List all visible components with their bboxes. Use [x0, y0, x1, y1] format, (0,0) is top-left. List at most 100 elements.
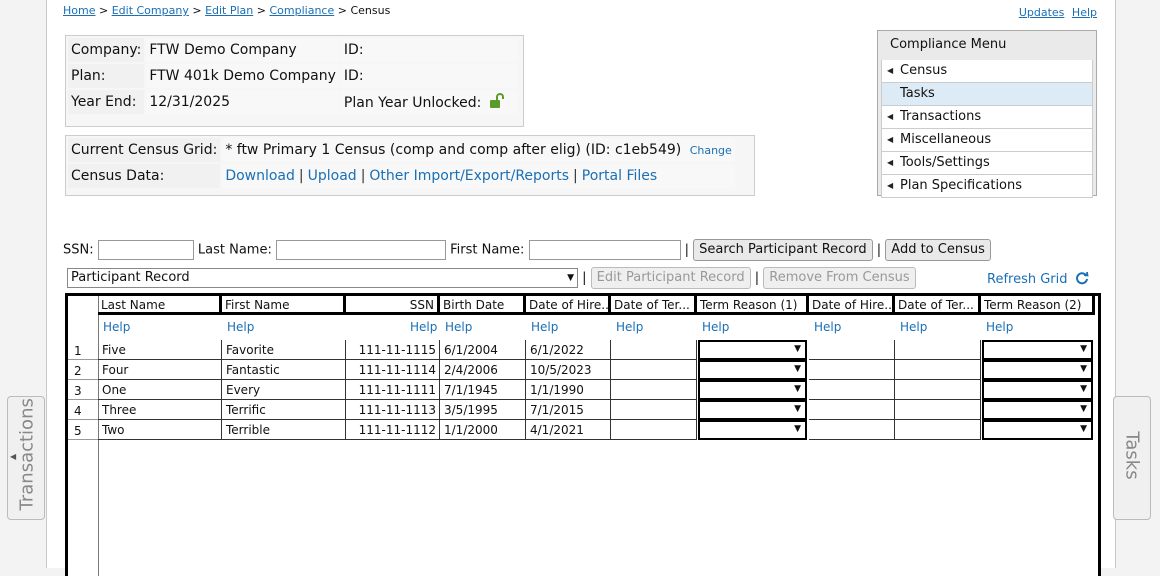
- menu-item-plan-specifications[interactable]: ◀ Plan Specifications: [881, 175, 1093, 198]
- menu-item-tasks[interactable]: Tasks: [881, 83, 1093, 106]
- grid-cell-term-date-2[interactable]: [895, 380, 981, 400]
- column-header-first-name[interactable]: First Name: [222, 296, 346, 315]
- term-reason-select[interactable]: ▼: [698, 400, 807, 420]
- help-link[interactable]: Help: [531, 320, 558, 334]
- column-header-hire-date-2[interactable]: Date of Hire...: [809, 296, 895, 315]
- tasks-side-tab[interactable]: Tasks: [1113, 396, 1151, 520]
- column-header-ssn[interactable]: SSN: [346, 296, 440, 315]
- grid-cell-term-date-2[interactable]: [895, 400, 981, 420]
- help-link[interactable]: Help: [1072, 6, 1097, 19]
- grid-cell-hire-date-1[interactable]: 6/1/2022: [526, 340, 611, 360]
- menu-item-census[interactable]: ◀ Census: [881, 60, 1093, 83]
- grid-cell-hire-date-1[interactable]: 4/1/2021: [526, 420, 611, 440]
- grid-cell-first-name[interactable]: Terrific: [222, 400, 346, 420]
- term-reason-select[interactable]: ▼: [982, 340, 1093, 360]
- row-number: 1: [68, 340, 98, 360]
- help-link[interactable]: Help: [702, 320, 729, 334]
- grid-cell-term-date-1[interactable]: [611, 420, 697, 440]
- help-link[interactable]: Help: [410, 320, 437, 334]
- help-link[interactable]: Help: [986, 320, 1013, 334]
- column-header-last-name[interactable]: Last Name: [98, 296, 222, 315]
- add-to-census-button[interactable]: Add to Census: [885, 239, 991, 261]
- unlock-icon[interactable]: [488, 93, 504, 109]
- help-link[interactable]: Help: [103, 320, 130, 334]
- grid-cell-term-date-1[interactable]: [611, 380, 697, 400]
- other-import-export-link[interactable]: Other Import/Export/Reports: [369, 168, 569, 184]
- grid-cell-birth-date[interactable]: 6/1/2004: [440, 340, 526, 360]
- upload-link[interactable]: Upload: [308, 168, 357, 184]
- ssn-input[interactable]: [97, 240, 194, 260]
- remove-from-census-button[interactable]: Remove From Census: [763, 267, 916, 289]
- grid-cell-first-name[interactable]: Every: [222, 380, 346, 400]
- help-link[interactable]: Help: [616, 320, 643, 334]
- column-header-term-date-1[interactable]: Date of Ter...: [611, 296, 697, 315]
- menu-item-miscellaneous[interactable]: ◀ Miscellaneous: [881, 129, 1093, 152]
- column-header-term-date-2[interactable]: Date of Ter...: [895, 296, 981, 315]
- record-type-select[interactable]: Participant Record ▼: [67, 268, 578, 288]
- grid-cell-first-name[interactable]: Favorite: [222, 340, 346, 360]
- term-reason-select[interactable]: ▼: [698, 380, 807, 400]
- grid-cell-hire-date-2[interactable]: [809, 400, 895, 420]
- menu-item-tools-settings[interactable]: ◀ Tools/Settings: [881, 152, 1093, 175]
- grid-cell-term-date-2[interactable]: [895, 340, 981, 360]
- menu-item-transactions[interactable]: ◀ Transactions: [881, 106, 1093, 129]
- breadcrumb-edit-plan[interactable]: Edit Plan: [205, 4, 253, 17]
- grid-cell-hire-date-2[interactable]: [809, 380, 895, 400]
- transactions-side-tab[interactable]: ◀ Transactions: [7, 396, 45, 520]
- grid-cell-first-name[interactable]: Terrible: [222, 420, 346, 440]
- breadcrumb-compliance[interactable]: Compliance: [269, 4, 334, 17]
- grid-cell-ssn[interactable]: 111-11-1111: [346, 380, 440, 400]
- grid-cell-hire-date-2[interactable]: [809, 360, 895, 380]
- column-header-hire-date-1[interactable]: Date of Hire...: [526, 296, 611, 315]
- grid-cell-ssn[interactable]: 111-11-1112: [346, 420, 440, 440]
- first-name-input[interactable]: [528, 240, 681, 260]
- grid-cell-hire-date-2[interactable]: [809, 420, 895, 440]
- breadcrumb-edit-company[interactable]: Edit Company: [112, 4, 189, 17]
- grid-cell-birth-date[interactable]: 1/1/2000: [440, 420, 526, 440]
- last-name-input[interactable]: [275, 240, 446, 260]
- help-link[interactable]: Help: [814, 320, 841, 334]
- grid-cell-term-date-2[interactable]: [895, 360, 981, 380]
- grid-cell-ssn[interactable]: 111-11-1115: [346, 340, 440, 360]
- edit-participant-button[interactable]: Edit Participant Record: [590, 267, 751, 289]
- grid-cell-term-date-1[interactable]: [611, 360, 697, 380]
- column-header-birth-date[interactable]: Birth Date: [440, 296, 526, 315]
- search-participant-button[interactable]: Search Participant Record: [693, 239, 873, 261]
- column-header-term-reason-1[interactable]: Term Reason (1): [697, 296, 809, 315]
- term-reason-select[interactable]: ▼: [982, 420, 1093, 440]
- grid-cell-term-date-1[interactable]: [611, 400, 697, 420]
- help-link[interactable]: Help: [445, 320, 472, 334]
- term-reason-select[interactable]: ▼: [698, 340, 807, 360]
- grid-cell-hire-date-2[interactable]: [809, 340, 895, 360]
- grid-cell-ssn[interactable]: 111-11-1113: [346, 400, 440, 420]
- term-reason-select[interactable]: ▼: [698, 360, 807, 380]
- term-reason-select[interactable]: ▼: [982, 380, 1093, 400]
- grid-cell-last-name[interactable]: Four: [98, 360, 222, 380]
- term-reason-select[interactable]: ▼: [698, 420, 807, 440]
- grid-cell-last-name[interactable]: Two: [98, 420, 222, 440]
- grid-cell-ssn[interactable]: 111-11-1114: [346, 360, 440, 380]
- grid-cell-birth-date[interactable]: 2/4/2006: [440, 360, 526, 380]
- grid-cell-term-date-1[interactable]: [611, 340, 697, 360]
- help-link[interactable]: Help: [227, 320, 254, 334]
- grid-cell-last-name[interactable]: Three: [98, 400, 222, 420]
- grid-cell-hire-date-1[interactable]: 10/5/2023: [526, 360, 611, 380]
- grid-cell-birth-date[interactable]: 3/5/1995: [440, 400, 526, 420]
- refresh-grid-link[interactable]: Refresh Grid: [987, 271, 1089, 287]
- grid-cell-birth-date[interactable]: 7/1/1945: [440, 380, 526, 400]
- grid-cell-term-date-2[interactable]: [895, 420, 981, 440]
- column-header-term-reason-2[interactable]: Term Reason (2): [981, 296, 1095, 315]
- download-link[interactable]: Download: [225, 168, 295, 184]
- grid-cell-hire-date-1[interactable]: 7/1/2015: [526, 400, 611, 420]
- term-reason-select[interactable]: ▼: [982, 400, 1093, 420]
- help-link[interactable]: Help: [900, 320, 927, 334]
- breadcrumb-home[interactable]: Home: [63, 4, 95, 17]
- grid-cell-last-name[interactable]: One: [98, 380, 222, 400]
- term-reason-select[interactable]: ▼: [982, 360, 1093, 380]
- grid-cell-hire-date-1[interactable]: 1/1/1990: [526, 380, 611, 400]
- grid-cell-last-name[interactable]: Five: [98, 340, 222, 360]
- updates-link[interactable]: Updates: [1019, 6, 1065, 19]
- grid-cell-first-name[interactable]: Fantastic: [222, 360, 346, 380]
- change-grid-link[interactable]: Change: [690, 144, 732, 157]
- portal-files-link[interactable]: Portal Files: [582, 168, 657, 184]
